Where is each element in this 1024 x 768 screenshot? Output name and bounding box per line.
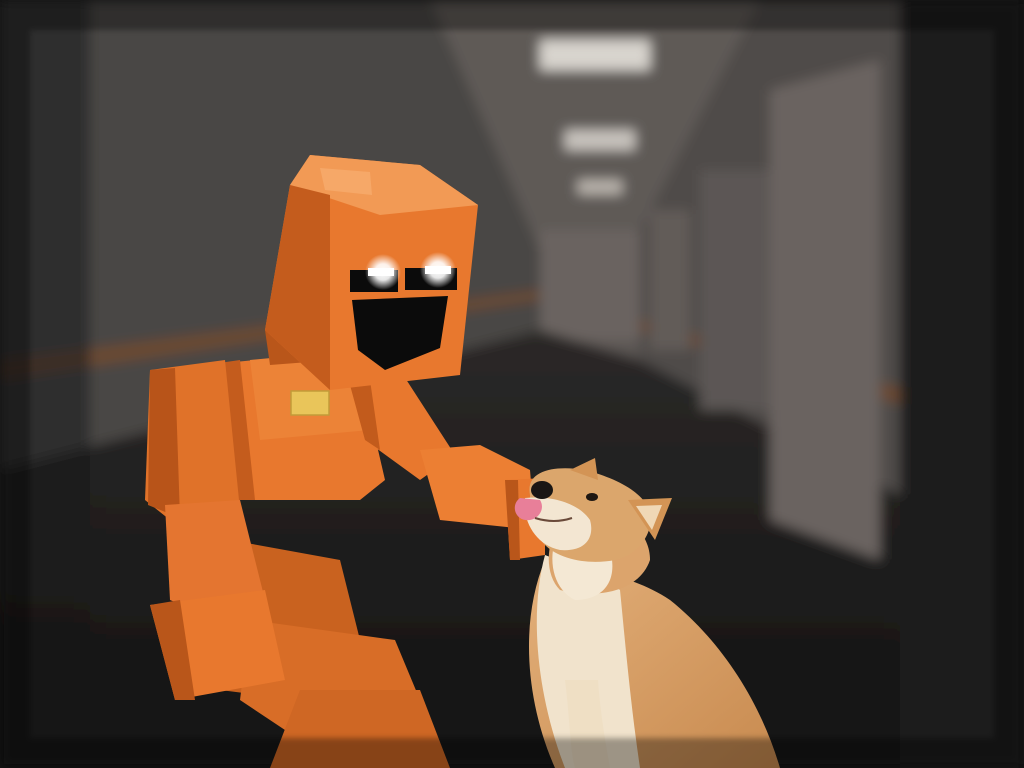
scene-illustration — [0, 0, 1024, 768]
photo-scene — [0, 0, 1024, 768]
